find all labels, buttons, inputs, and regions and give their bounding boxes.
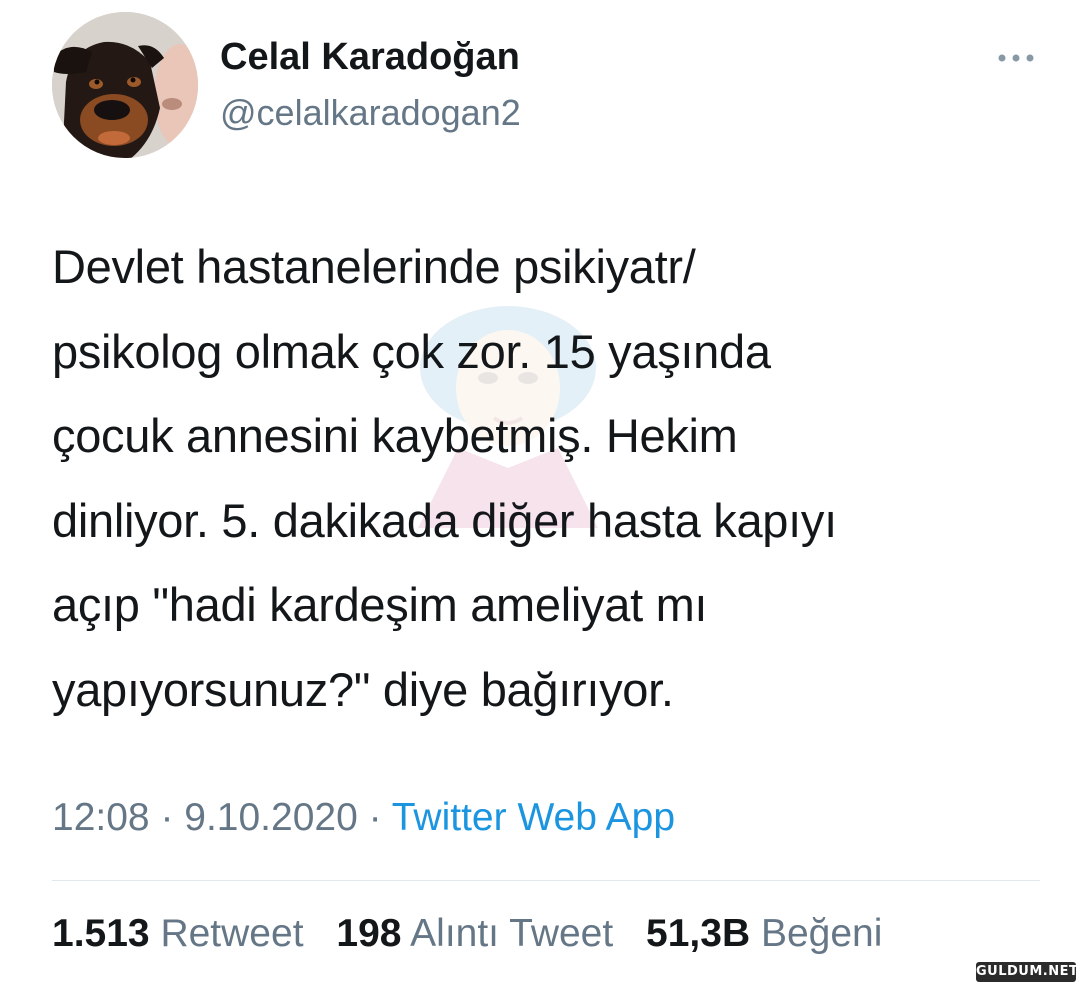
retweets-count: 1.513 [52,912,150,955]
likes-count: 51,3B [646,912,751,955]
meta-separator: · [357,796,392,839]
quotes-label: Alıntı Tweet [410,912,614,955]
divider [52,880,1040,881]
quotes-count: 198 [336,912,402,955]
author-display-name[interactable]: Celal Karadoğan [220,36,520,79]
tweet-source-link[interactable]: Twitter Web App [392,796,675,839]
tweet-time[interactable]: 12:08 [52,796,150,839]
meta-separator: · [149,796,185,839]
likes-label: Beğeni [760,912,883,955]
author-handle[interactable]: @celalkaradogan2 [220,92,521,134]
tweet-stats: 1.513 Retweet 198 Alıntı Tweet 51,3B Beğ… [52,912,904,956]
avatar[interactable] [52,12,198,158]
more-horizontal-icon[interactable] [996,46,1036,70]
likes-stat[interactable]: 51,3B Beğeni [646,912,882,955]
tweet-meta: 12:08 · 9.10.2020 · Twitter Web App [52,796,675,840]
site-watermark-logo: GULDUM.NET [976,962,1078,982]
dog-avatar-icon [52,12,198,158]
quotes-stat[interactable]: 198 Alıntı Tweet [336,912,613,955]
tweet-date[interactable]: 9.10.2020 [184,796,358,839]
retweets-label: Retweet [160,912,304,955]
retweets-stat[interactable]: 1.513 Retweet [52,912,304,955]
tweet-text: Devlet hastanelerinde psikiyatr/ psikolo… [52,240,837,716]
